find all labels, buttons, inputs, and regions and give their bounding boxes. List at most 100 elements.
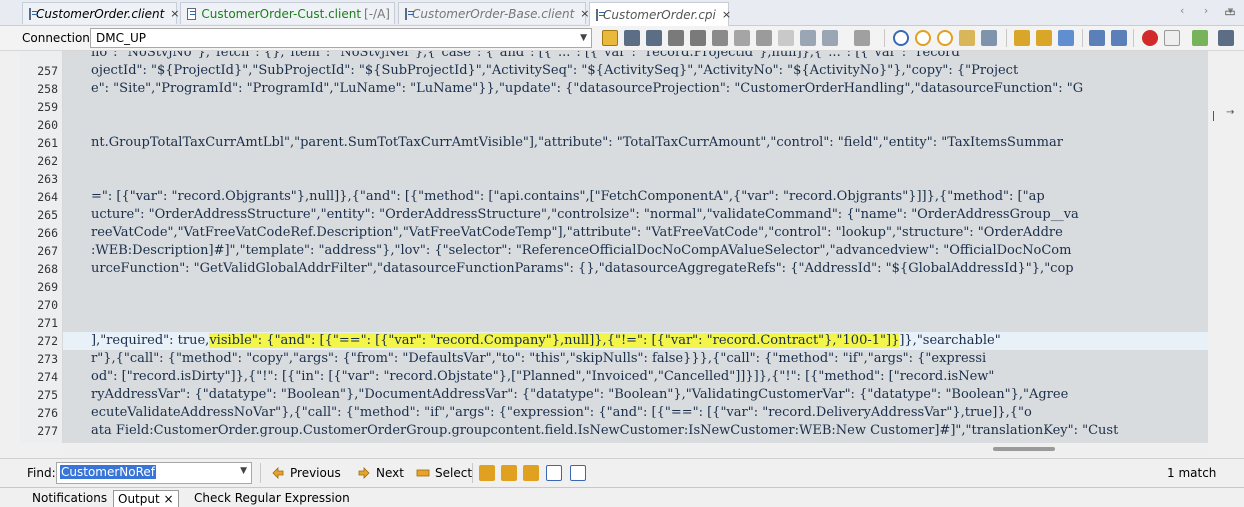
line-number: 277: [37, 424, 58, 438]
code-line[interactable]: [63, 278, 91, 296]
record-macro-icon[interactable]: [1142, 30, 1158, 46]
match-count: 1 match: [1167, 466, 1217, 480]
previous-bookmark-icon[interactable]: [1014, 30, 1030, 46]
split-handle-icon[interactable]: →: [1226, 107, 1234, 118]
toggle-rectangle-icon[interactable]: [981, 30, 997, 46]
code-editor[interactable]: no": "NoStvjNo"},"fetch": {},"ltem": "No…: [63, 51, 1208, 443]
line-number: 264: [37, 190, 58, 204]
toolbar-separator: [1006, 29, 1007, 47]
connection-select[interactable]: DMC_UP ▼: [90, 28, 592, 48]
code-line[interactable]: [63, 116, 91, 134]
next-bookmark-icon[interactable]: [1036, 30, 1052, 46]
wrap-around-icon[interactable]: [570, 465, 586, 481]
line-number: 258: [37, 82, 58, 96]
tab-customerorder-base-client[interactable]: CustomerOrder-Base.client ×: [398, 2, 590, 24]
code-line[interactable]: ryAddressVar": {"datatype": "Boolean"},"…: [63, 386, 1068, 404]
line-number: 273: [37, 352, 58, 366]
explain-icon[interactable]: [800, 30, 816, 46]
search-highlight: visible": {"and": [{"==": [{"var": "reco…: [209, 333, 900, 348]
regex-icon[interactable]: [523, 465, 539, 481]
code-text: ],"required": true,: [91, 333, 210, 348]
stop-macro-icon[interactable]: [1164, 30, 1180, 46]
clear-icon[interactable]: [778, 30, 794, 46]
code-line[interactable]: ucture": "OrderAddressStructure","entity…: [63, 206, 1079, 224]
toolbar-separator: [1133, 29, 1134, 47]
scroll-marker: [1213, 111, 1214, 121]
back-icon[interactable]: [624, 30, 640, 46]
whole-words-icon[interactable]: [501, 465, 517, 481]
find-next-button[interactable]: Next: [357, 465, 404, 481]
find-next-label: Next: [376, 466, 404, 480]
commit-icon[interactable]: [690, 30, 706, 46]
code-line[interactable]: [63, 152, 91, 170]
toggle-highlight-icon[interactable]: [959, 30, 975, 46]
database-icon[interactable]: [668, 30, 684, 46]
close-icon[interactable]: ×: [722, 8, 731, 21]
tab-customerorder-cust-client[interactable]: CustomerOrder-Cust.client [-/A]: [180, 2, 395, 24]
format-icon[interactable]: [756, 30, 772, 46]
forward-icon[interactable]: [646, 30, 662, 46]
current-code-line[interactable]: ],"required": true,visible": {"and": [{"…: [63, 332, 1208, 350]
code-line[interactable]: =": [{"var": "record.Objgrants"},null]},…: [63, 188, 1045, 206]
code-line[interactable]: :WEB:Description]#]","template": "addres…: [63, 242, 1071, 260]
shift-left-icon[interactable]: [1089, 30, 1105, 46]
code-line[interactable]: ecuteValidateAddressNoVar"},{"call": {"m…: [63, 404, 1032, 422]
run-sql-icon[interactable]: [602, 30, 618, 46]
history-icon[interactable]: [734, 30, 750, 46]
code-line[interactable]: [63, 98, 91, 116]
find-previous-button[interactable]: Previous: [271, 465, 341, 481]
code-line[interactable]: reeVatCode","VatFreeVatCodeRef.Descripti…: [63, 224, 1063, 242]
code-line[interactable]: no": "NoStvjNo"},"fetch": {},"ltem": "No…: [63, 51, 960, 62]
tab-output[interactable]: Output ×: [113, 490, 179, 507]
maximize-icon[interactable]: ▭: [1219, 3, 1241, 21]
search-icon[interactable]: [893, 30, 909, 46]
toolbar-separator: [884, 29, 885, 47]
tab-status-suffix: [-/A]: [364, 6, 390, 21]
code-line[interactable]: [63, 170, 91, 188]
find-previous-icon[interactable]: [915, 30, 931, 46]
line-number: [20, 44, 58, 62]
code-line[interactable]: [63, 314, 91, 332]
find-input[interactable]: CustomerNoRef ▼: [56, 462, 252, 484]
find-select-button[interactable]: Select: [416, 465, 472, 481]
find-label: Find:: [27, 466, 56, 480]
code-line[interactable]: ojectId": "${ProjectId}","SubProjectId":…: [63, 62, 1018, 80]
toggle-bookmark-icon[interactable]: [1058, 30, 1074, 46]
match-case-icon[interactable]: [479, 465, 495, 481]
code-line[interactable]: nt.GroupTotalTaxCurrAmtLbl","parent.SumT…: [63, 134, 1063, 152]
client-file-icon: [187, 7, 197, 20]
code-line[interactable]: r"},{"call": {"method": "copy","args": {…: [63, 350, 986, 368]
connection-label: Connection:: [22, 31, 94, 45]
find-previous-label: Previous: [290, 466, 341, 480]
scrollbar-thumb[interactable]: [993, 447, 1055, 451]
rollback-icon[interactable]: [712, 30, 728, 46]
close-icon[interactable]: ×: [164, 492, 174, 506]
tab-customerorder-client[interactable]: CustomerOrder.client ×: [22, 2, 180, 24]
code-line[interactable]: [63, 296, 91, 314]
code-line[interactable]: e": "Site","ProgramId": "ProgramId","LuN…: [63, 80, 1083, 98]
select-icon: [416, 466, 430, 480]
tab-customerorder-cpi[interactable]: CustomerOrder.cpi ×: [589, 2, 731, 26]
code-line[interactable]: urceFunction": "GetValidGlobalAddrFilter…: [63, 260, 1074, 278]
toolbar-separator: [1082, 29, 1083, 47]
highlight-results-icon[interactable]: [546, 465, 562, 481]
connection-value: DMC_UP: [96, 31, 146, 45]
find-next-icon[interactable]: [937, 30, 953, 46]
shift-right-icon[interactable]: [1111, 30, 1127, 46]
bottom-panel-tabs: Notifications Output × Check Regular Exp…: [0, 487, 1244, 507]
code-line[interactable]: ata Field:CustomerOrder.group.CustomerOr…: [63, 422, 1118, 440]
tab-notifications[interactable]: Notifications: [28, 490, 111, 506]
code-line[interactable]: od": ["record.isDirty"]},{"!": [{"in": […: [63, 368, 994, 386]
find-select-label: Select: [435, 466, 473, 480]
vertical-scrollbar[interactable]: →: [1208, 51, 1244, 455]
close-icon[interactable]: ×: [170, 7, 179, 20]
uncomment-icon[interactable]: [1218, 30, 1234, 46]
profile-icon[interactable]: [822, 30, 838, 46]
tab-label: CustomerOrder.client: [36, 6, 165, 21]
horizontal-scrollbar[interactable]: [63, 443, 1208, 455]
export-icon[interactable]: [854, 30, 870, 46]
sql-toolbar: Connection: DMC_UP ▼: [0, 26, 1244, 51]
comment-icon[interactable]: [1192, 30, 1208, 46]
chevron-down-icon[interactable]: ▼: [240, 466, 247, 476]
tab-check-regular-expression[interactable]: Check Regular Expression: [190, 490, 354, 506]
